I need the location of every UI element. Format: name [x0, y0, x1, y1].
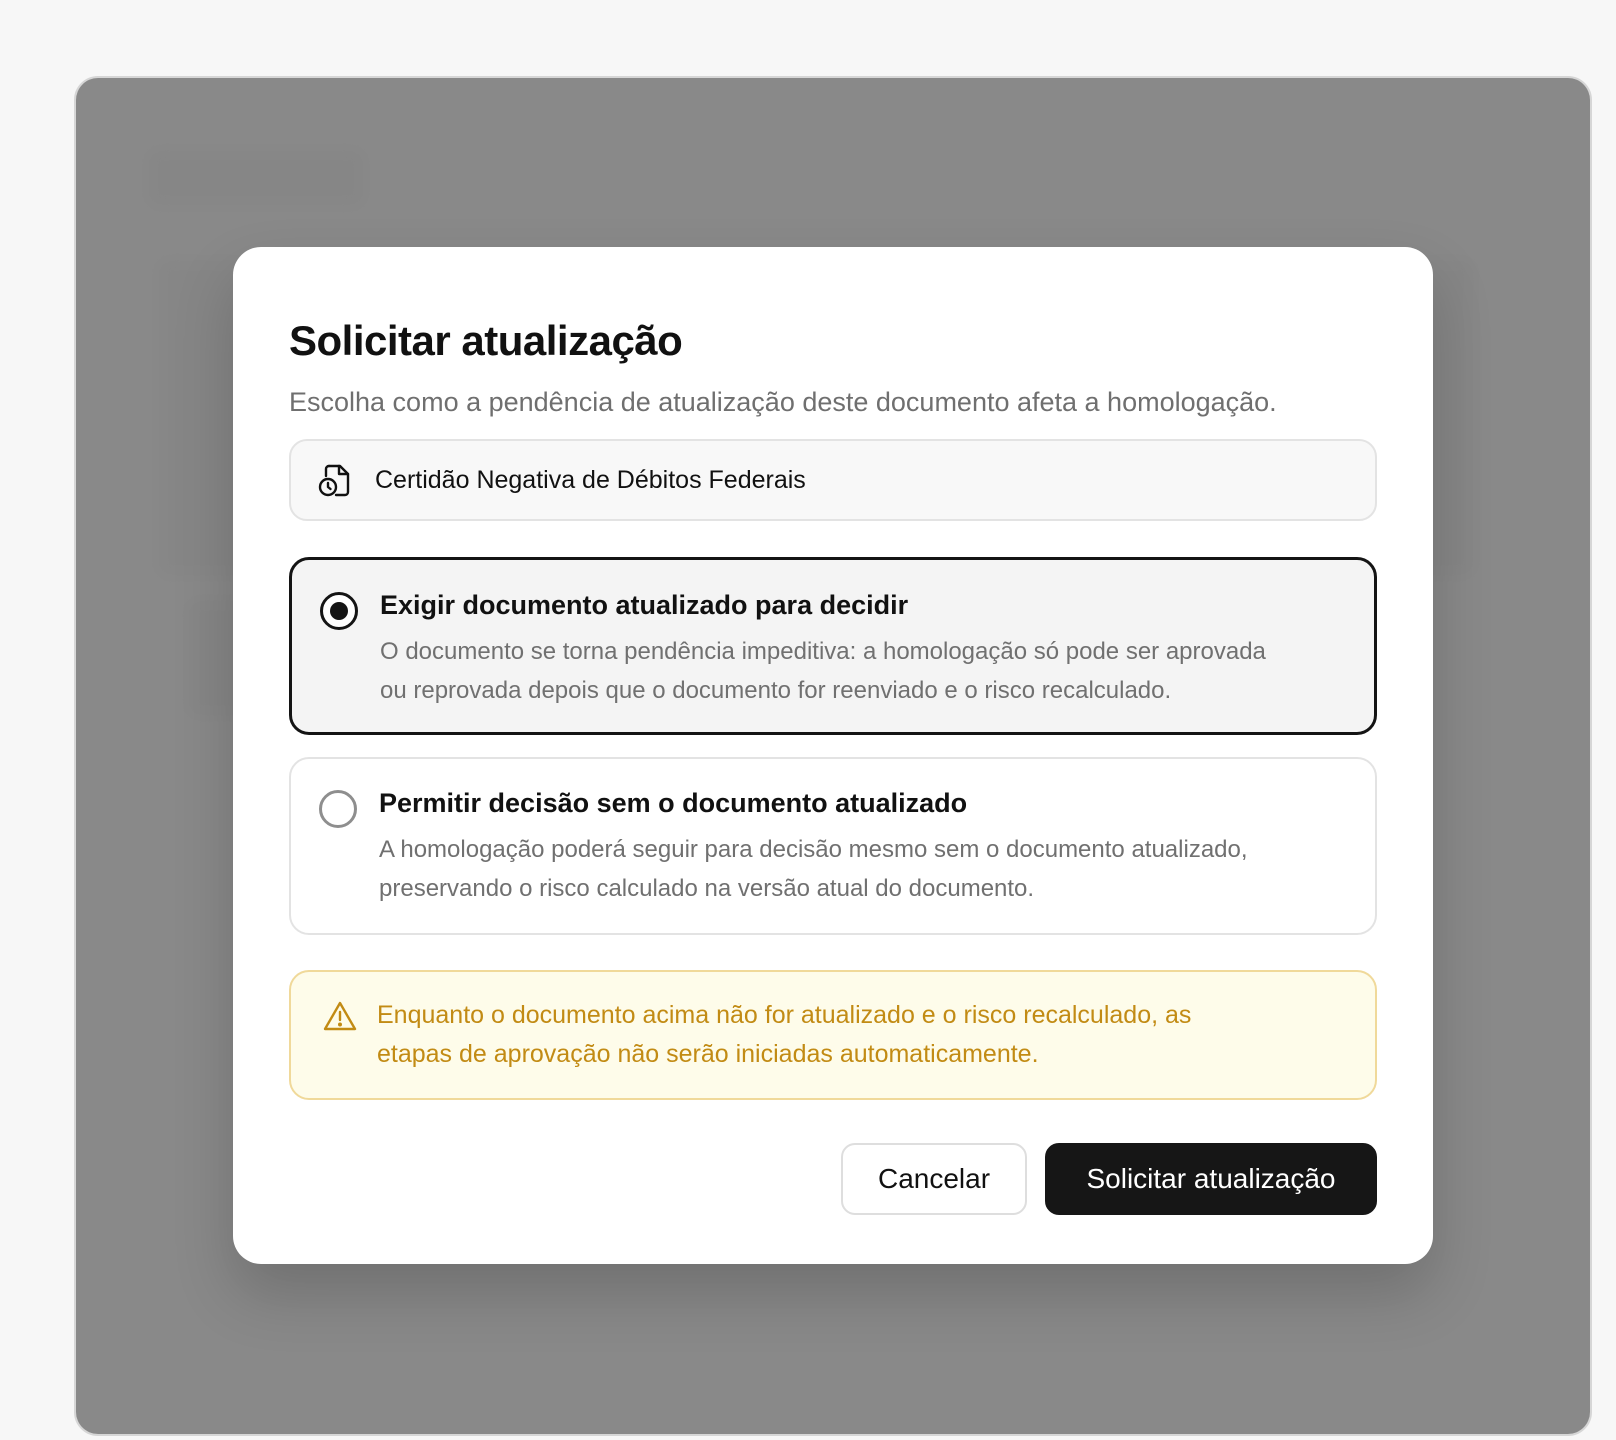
- document-card: Certidão Negativa de Débitos Federais: [289, 439, 1377, 521]
- warning-alert: Enquanto o documento acima não for atual…: [289, 970, 1377, 1100]
- warning-text: Enquanto o documento acima não for atual…: [377, 996, 1345, 1074]
- option-description: A homologação poderá seguir para decisão…: [379, 830, 1345, 908]
- option-description-line: preservando o risco calculado na versão …: [379, 875, 1035, 902]
- option-allow-decision-without-document[interactable]: Permitir decisão sem o documento atualiz…: [289, 757, 1377, 935]
- option-title: Permitir decisão sem o documento atualiz…: [379, 788, 968, 818]
- request-update-dialog: Solicitar atualização Escolha como a pen…: [233, 247, 1433, 1264]
- warning-text-line: etapas de aprovação não serão iniciadas …: [377, 1040, 1039, 1068]
- option-description-line: ou reprovada depois que o documento for …: [380, 677, 1172, 704]
- option-description: O documento se torna pendência impeditiv…: [380, 632, 1344, 710]
- request-update-button[interactable]: Solicitar atualização: [1045, 1143, 1377, 1215]
- option-description-line: O documento se torna pendência impeditiv…: [380, 638, 1266, 665]
- radio-button-unselected[interactable]: [319, 790, 357, 828]
- option-require-updated-document[interactable]: Exigir documento atualizado para decidir…: [289, 557, 1377, 735]
- option-title: Exigir documento atualizado para decidir: [380, 590, 909, 620]
- radio-button-selected[interactable]: [320, 592, 358, 630]
- option-description-line: A homologação poderá seguir para decisão…: [379, 836, 1248, 863]
- document-name: Certidão Negativa de Débitos Federais: [375, 465, 806, 494]
- cancel-button[interactable]: Cancelar: [841, 1143, 1027, 1215]
- warning-text-line: Enquanto o documento acima não for atual…: [377, 1001, 1192, 1029]
- warning-triangle-icon: [323, 1000, 357, 1032]
- dialog-subtitle: Escolha como a pendência de atualização …: [289, 387, 1277, 417]
- dialog-title: Solicitar atualização: [289, 317, 683, 364]
- document-clock-icon: [317, 462, 353, 498]
